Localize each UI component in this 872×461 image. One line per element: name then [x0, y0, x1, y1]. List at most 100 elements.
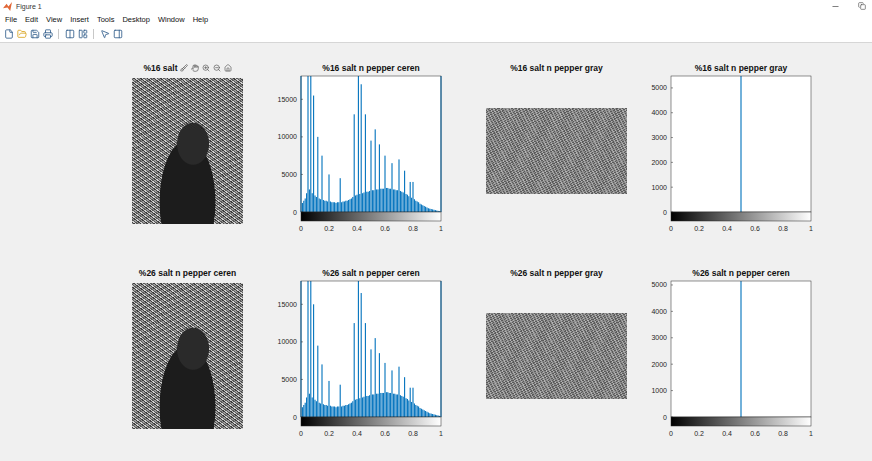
svg-text:4000: 4000 [651, 308, 667, 315]
menu-item[interactable]: Help [193, 13, 208, 26]
svg-text:5000: 5000 [281, 376, 297, 383]
menu-item[interactable]: View [46, 13, 62, 26]
histogram-bar [313, 304, 314, 417]
histogram-bar [309, 189, 310, 212]
histogram-bar [417, 406, 418, 417]
menu-item[interactable]: Edit [25, 13, 38, 26]
svg-text:10000: 10000 [278, 338, 298, 345]
histogram-bar [326, 201, 327, 212]
histogram-bar [303, 201, 304, 212]
histogram-bar [379, 144, 380, 212]
histogram-bar [369, 395, 370, 417]
pan-icon[interactable] [191, 64, 199, 72]
restore-icon[interactable] [858, 2, 866, 10]
histogram-bar [327, 201, 328, 212]
y-tick: 5000 [281, 171, 303, 178]
histogram-bar [338, 202, 339, 212]
histogram-bar [328, 174, 329, 212]
histogram-bar [335, 407, 336, 417]
print-button[interactable] [42, 29, 53, 40]
y-tick: 2000 [651, 159, 673, 166]
histogram-bar [400, 395, 401, 417]
histogram-bar [349, 199, 350, 212]
histogram-bar [429, 413, 430, 417]
histogram-bar [368, 396, 369, 417]
y-tick: 2000 [651, 361, 673, 368]
menu-item[interactable]: Insert [70, 13, 89, 26]
histogram-plot: %26 salt n pepper ceren05000100001500000… [268, 268, 445, 444]
histogram-bar [408, 400, 409, 417]
histogram-bar [312, 397, 313, 417]
histogram-bar [355, 400, 356, 417]
y-tick: 10000 [278, 338, 303, 345]
link-plot-button[interactable] [64, 29, 75, 40]
plot-title: %16 salt n pepper ceren [301, 63, 441, 73]
histogram-bar [404, 377, 405, 417]
histogram-bar [380, 393, 381, 417]
figure-canvas: %16 salt%16 salt n pepper ceren050001000… [0, 43, 872, 461]
histogram-bar [383, 189, 384, 212]
new-button[interactable] [3, 29, 14, 40]
histogram-bar [391, 163, 392, 212]
svg-text:15000: 15000 [278, 301, 298, 308]
menu-item[interactable]: Window [158, 13, 185, 26]
histogram-bar [310, 281, 311, 417]
histogram-bar [305, 403, 306, 417]
histogram-bar [433, 414, 434, 417]
menu-item[interactable]: File [5, 13, 17, 26]
zoom-in-icon[interactable] [202, 64, 210, 72]
edit-plot-button[interactable] [99, 29, 110, 40]
histogram-chart: 01000200030004000500000.20.40.60.81 [638, 73, 815, 239]
histogram-bar [429, 209, 430, 212]
open-button[interactable] [16, 29, 27, 40]
histogram-bar [432, 414, 433, 417]
histogram-bar [323, 404, 324, 417]
x-tick: 0.6 [750, 430, 760, 437]
y-tick: 1000 [651, 184, 673, 191]
histogram-bar [415, 201, 416, 212]
x-tick: 1 [809, 430, 813, 437]
histogram-bar [407, 399, 408, 417]
home-icon[interactable] [224, 64, 232, 72]
histogram-plot: %26 salt n pepper ceren01000200030004000… [638, 268, 815, 444]
legend-button[interactable] [77, 29, 88, 40]
svg-text:3000: 3000 [651, 334, 667, 341]
histogram-bar [403, 192, 404, 212]
histogram-bar [326, 405, 327, 417]
histogram-bar [422, 205, 423, 212]
histogram-bar [341, 202, 342, 212]
histogram-bar [405, 194, 406, 212]
histogram-bar [421, 409, 422, 417]
y-tick: 4000 [651, 308, 673, 315]
brush-icon[interactable] [180, 64, 188, 72]
histogram-bar [376, 189, 377, 212]
property-editor-button[interactable] [112, 29, 123, 40]
x-tick: 0 [299, 225, 303, 232]
histogram-bar [428, 412, 429, 417]
histogram-bar [359, 398, 360, 417]
save-button[interactable] [29, 29, 40, 40]
photo-image [132, 78, 243, 224]
histogram-bar [417, 201, 418, 212]
histogram-bar [405, 398, 406, 417]
menu-item[interactable]: Tools [97, 13, 115, 26]
histogram-bar [387, 188, 388, 212]
x-tick: 0.2 [324, 225, 334, 232]
histogram-bar [344, 201, 345, 212]
minimize-icon[interactable] [831, 2, 840, 11]
histogram-bar [331, 202, 332, 212]
histogram-bar [387, 392, 388, 417]
svg-text:10000: 10000 [278, 133, 298, 140]
histogram-bar [740, 76, 741, 212]
histogram-bar [394, 394, 395, 417]
image-plot: %26 salt n pepper ceren [120, 268, 255, 431]
histogram-bar [316, 401, 317, 417]
histogram-bar [331, 406, 332, 417]
histogram-bar [436, 415, 437, 417]
histogram-bar [351, 198, 352, 212]
histogram-bar [349, 403, 350, 417]
menu-item[interactable]: Desktop [122, 13, 150, 26]
zoom-out-icon[interactable] [213, 64, 221, 72]
plot-title: %26 salt n pepper ceren [671, 268, 811, 278]
histogram-bar [383, 393, 384, 417]
